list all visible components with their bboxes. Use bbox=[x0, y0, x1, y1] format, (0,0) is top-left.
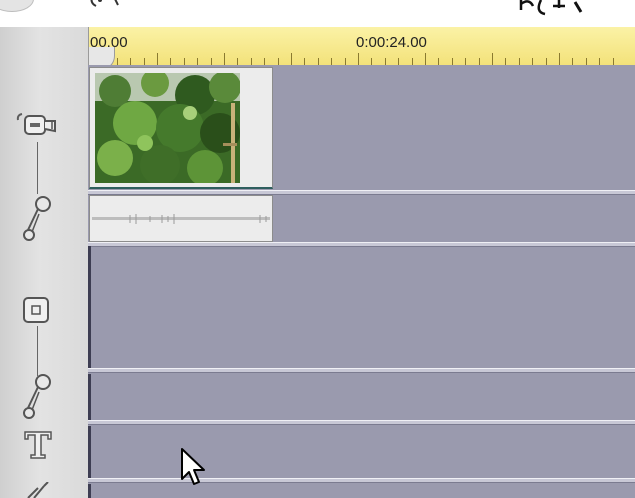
text-T-icon[interactable] bbox=[22, 428, 54, 460]
track-edge bbox=[88, 426, 91, 478]
ruler-tick bbox=[492, 53, 493, 65]
ruler-tick bbox=[130, 58, 132, 65]
ruler-tick bbox=[264, 58, 266, 65]
audio-waveform-marks bbox=[129, 214, 267, 224]
ruler-tick bbox=[545, 58, 547, 65]
ruler-tick bbox=[438, 58, 440, 65]
track-link-line bbox=[37, 142, 38, 194]
ruler-tick bbox=[304, 58, 306, 65]
ruler-mid-label: 0:00:24.00 bbox=[356, 34, 427, 51]
ruler-tick bbox=[559, 53, 560, 65]
foliage-thumbnail-image bbox=[95, 73, 240, 183]
ruler-tick bbox=[317, 58, 319, 65]
ruler-tick bbox=[183, 58, 185, 65]
mouse-pointer-icon bbox=[181, 448, 205, 485]
track-edge bbox=[88, 374, 91, 420]
ruler-tick bbox=[358, 53, 359, 65]
ruler-tick bbox=[331, 58, 333, 65]
toolbar-icon-fragment bbox=[90, 0, 119, 7]
ruler-tick bbox=[505, 58, 507, 65]
overlay-square-icon[interactable] bbox=[22, 296, 52, 326]
ruler-tick bbox=[143, 58, 145, 65]
clip-thumbnail bbox=[95, 73, 240, 183]
toolbar-button-fragment[interactable] bbox=[0, 0, 34, 12]
ruler-tick bbox=[384, 58, 386, 65]
ruler-tick bbox=[291, 53, 292, 65]
ruler-tick bbox=[277, 58, 279, 65]
ruler-tick bbox=[478, 58, 480, 65]
track-separator bbox=[88, 478, 635, 483]
ruler-tick bbox=[197, 58, 199, 65]
ruler-tick bbox=[518, 58, 520, 65]
ruler-tick bbox=[371, 58, 373, 65]
video-clip[interactable] bbox=[89, 67, 273, 189]
ruler-tick bbox=[116, 58, 118, 65]
timeline-ruler[interactable]: 00.00 0:00:24.00 bbox=[88, 27, 635, 66]
ruler-tick bbox=[170, 58, 172, 65]
ruler-tick bbox=[532, 58, 534, 65]
ruler-tick bbox=[157, 53, 158, 65]
ruler-tick bbox=[585, 58, 587, 65]
audio-adjust-icon[interactable] bbox=[21, 372, 55, 424]
ruler-tick bbox=[210, 58, 212, 65]
ruler-tick bbox=[250, 58, 252, 65]
ruler-tick bbox=[425, 53, 426, 65]
track-edge bbox=[88, 246, 91, 368]
music-note-icon[interactable] bbox=[24, 482, 54, 498]
ruler-tick bbox=[344, 58, 346, 65]
track-edge bbox=[88, 484, 91, 498]
audio-adjust-icon[interactable] bbox=[21, 194, 55, 246]
track-link-line bbox=[37, 326, 38, 376]
ruler-tick bbox=[237, 58, 239, 65]
track-separator bbox=[88, 420, 635, 425]
top-toolbar-fragment bbox=[0, 0, 635, 27]
ruler-tick bbox=[612, 58, 614, 65]
ruler-tick bbox=[572, 58, 574, 65]
ruler-tick bbox=[224, 53, 225, 65]
audio-clip[interactable] bbox=[89, 195, 273, 242]
ruler-tick bbox=[465, 58, 467, 65]
ruler-tick bbox=[451, 58, 453, 65]
toolbar-text-fragment bbox=[519, 0, 583, 16]
camcorder-icon[interactable] bbox=[15, 112, 61, 142]
ruler-tick bbox=[398, 58, 400, 65]
ruler-tick bbox=[411, 58, 413, 65]
track-separator bbox=[88, 368, 635, 373]
ruler-tick bbox=[599, 58, 601, 65]
